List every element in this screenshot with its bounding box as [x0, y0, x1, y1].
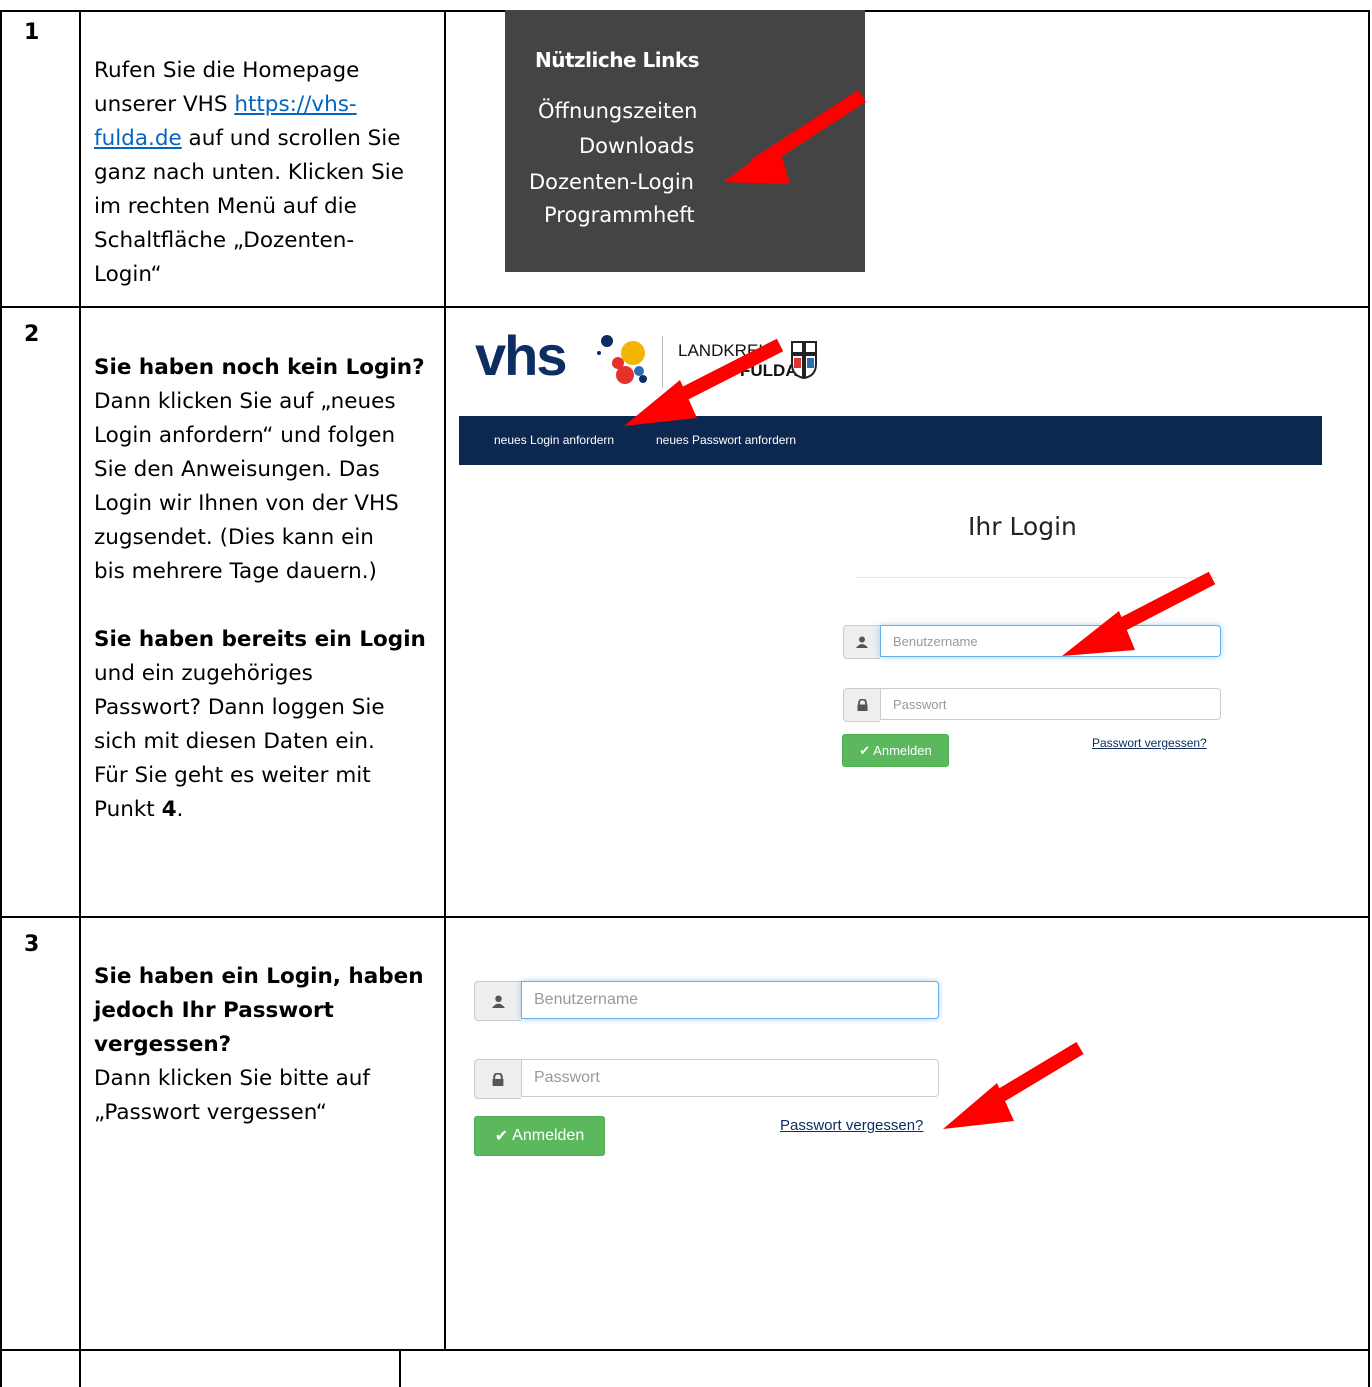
nav-new-password[interactable]: neues Passwort anfordern [656, 433, 796, 447]
vhs-homepage-link[interactable]: fulda.de [94, 126, 182, 151]
step2-instructions: Sie haben noch kein Login? Dann klicken … [94, 355, 426, 822]
login-button[interactable]: ✔ Anmelden [474, 1116, 605, 1156]
login-title: Ihr Login [968, 512, 1077, 541]
username-input[interactable]: Benutzername [521, 981, 939, 1019]
step-number: 2 [24, 322, 40, 347]
check-icon: ✔ [494, 1128, 509, 1145]
step3-instructions: Sie haben ein Login, haben jedoch Ihr Pa… [94, 964, 424, 1125]
username-group: Benutzername [843, 625, 1221, 659]
user-icon [843, 625, 880, 659]
password-input[interactable]: Passwort [521, 1059, 939, 1097]
row-divider [0, 306, 1370, 308]
col-divider [399, 1349, 401, 1387]
table-border-right [1368, 10, 1370, 1387]
link-opening-hours[interactable]: Öffnungszeiten [538, 99, 697, 123]
forgot-password-link[interactable]: Passwort vergessen? [780, 1117, 923, 1134]
arrow-icon [943, 1041, 1084, 1129]
col-divider [444, 10, 446, 1350]
coat-of-arms-icon [791, 341, 817, 380]
vhs-logo-dots-icon [597, 335, 647, 384]
login-button[interactable]: ✔ Anmelden [842, 734, 949, 767]
step-number: 1 [24, 20, 40, 45]
link-downloads[interactable]: Downloads [579, 134, 694, 158]
site-navbar: neues Login anfordern neues Passwort anf… [459, 416, 1322, 465]
forgot-password-link[interactable]: Passwort vergessen? [1092, 736, 1207, 750]
vhs-logo-text: vhs [475, 324, 567, 387]
landkreis-label: LANDKREIS [678, 341, 775, 360]
link-lecturer-login[interactable]: Dozenten-Login [529, 170, 694, 194]
table-border-left [0, 10, 2, 1387]
panel-title: Nützliche Links [535, 48, 700, 72]
col-divider [79, 10, 81, 1387]
useful-links-panel: Nützliche Links Öffnungszeiten Downloads… [505, 10, 865, 272]
step1-instructions: Rufen Sie die Homepage unserer VHS https… [94, 58, 404, 287]
row-divider [0, 916, 1370, 918]
check-icon: ✔ [859, 742, 871, 758]
row-divider [0, 1349, 1370, 1351]
password-input[interactable]: Passwort [880, 688, 1221, 720]
divider [856, 577, 1216, 578]
username-input[interactable]: Benutzername [880, 625, 1221, 657]
fulda-label: FULDA [740, 361, 798, 380]
password-group: Passwort [843, 688, 1221, 722]
username-group: Benutzername [474, 981, 939, 1021]
step-number: 3 [24, 932, 40, 957]
password-group: Passwort [474, 1059, 939, 1099]
lock-icon [474, 1059, 521, 1099]
link-program[interactable]: Programmheft [544, 203, 695, 227]
user-icon [474, 981, 521, 1021]
logo-separator [662, 336, 663, 388]
lock-icon [843, 688, 880, 722]
nav-new-login[interactable]: neues Login anfordern [494, 433, 614, 447]
vhs-homepage-link[interactable]: https://vhs- [234, 92, 356, 117]
